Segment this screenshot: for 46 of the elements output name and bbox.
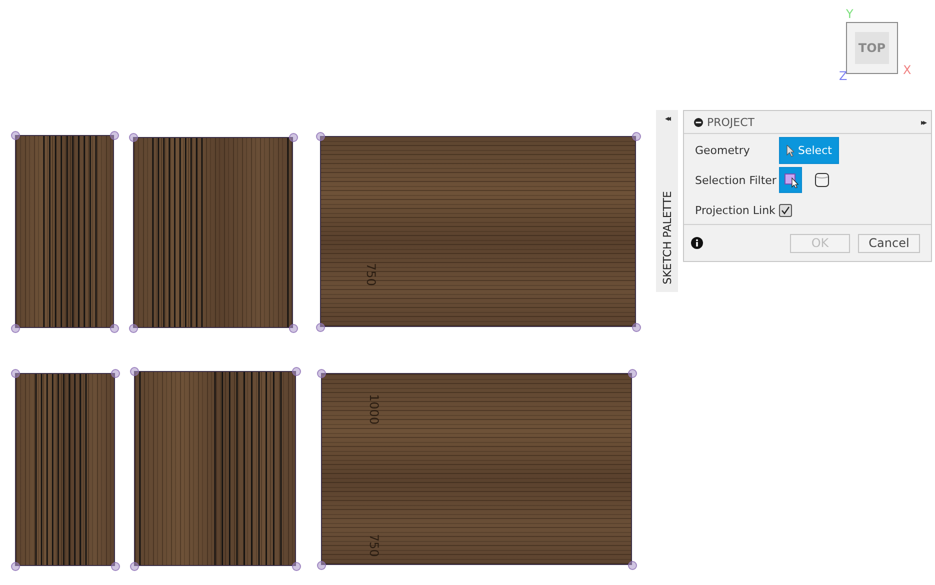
sketch-point[interactable] [111, 562, 120, 571]
sketch-point[interactable] [316, 323, 325, 332]
sketch-select-icon [782, 172, 798, 188]
sketch-point[interactable] [289, 324, 298, 333]
sketch-point[interactable] [130, 562, 139, 571]
sketch-point[interactable] [292, 562, 301, 571]
minus-circle-icon[interactable] [694, 118, 703, 126]
palette-tab-label: SKETCH PALETTE [660, 190, 674, 284]
palette-tab[interactable]: ◂◂ SKETCH PALETTE [656, 110, 678, 292]
sketch-point[interactable] [289, 133, 298, 142]
sketch-point[interactable] [317, 369, 326, 378]
projection-link-checkbox[interactable] [779, 204, 792, 216]
collapse-button[interactable]: ◂◂ [665, 114, 669, 123]
sketch-filter-button[interactable] [779, 167, 802, 193]
sketch-point[interactable] [110, 324, 119, 333]
sketch-point[interactable] [628, 369, 637, 378]
panel-title: PROJECT [707, 116, 755, 128]
axis-label: Z [839, 70, 848, 82]
sketch-point[interactable] [11, 131, 20, 140]
cursor-arrow-icon [786, 144, 794, 156]
sketch-point[interactable] [111, 369, 120, 378]
sketch-point[interactable] [632, 132, 641, 141]
dimension-label: 1000 [368, 394, 380, 425]
sketch-point[interactable] [110, 131, 119, 140]
sketch-point[interactable] [317, 561, 326, 570]
sketch-point[interactable] [11, 324, 20, 333]
sketch-point[interactable] [11, 562, 20, 571]
sketch-point[interactable] [292, 367, 301, 376]
field-label: Selection Filter [695, 174, 778, 186]
sketch-point[interactable] [316, 132, 325, 141]
expand-button[interactable]: ▸▸ [921, 118, 925, 126]
body-icon [814, 172, 830, 188]
sketch-point[interactable] [628, 561, 637, 570]
sketch-point[interactable] [11, 369, 20, 378]
axis-label: X [903, 64, 912, 76]
info-icon[interactable] [691, 237, 703, 249]
field-label: Geometry [695, 144, 751, 157]
field-label: Projection Link [695, 204, 776, 216]
sketch-point[interactable] [130, 367, 139, 376]
axis-label: Y [846, 8, 854, 20]
dimension-label: 750 [365, 263, 377, 286]
sketch-point[interactable] [632, 323, 641, 332]
sketch-point[interactable] [129, 324, 138, 333]
dimension-label: 750 [368, 534, 380, 557]
cancel-button[interactable]: Cancel [858, 234, 920, 252]
sketch-point[interactable] [129, 133, 138, 142]
